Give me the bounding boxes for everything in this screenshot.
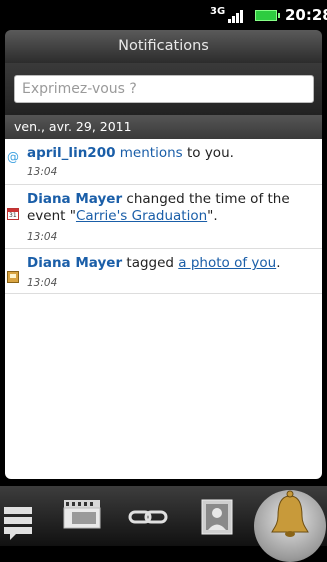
battery-icon	[255, 10, 280, 21]
mentions-link[interactable]: mentions	[120, 145, 183, 161]
timestamp: 13:04	[27, 277, 58, 289]
mention-icon: @	[7, 150, 19, 164]
updates-icon	[4, 507, 32, 540]
user-name[interactable]: Diana Mayer	[27, 255, 122, 271]
notification-text-part: tagged	[122, 255, 179, 271]
calendar-icon: 31	[7, 208, 19, 220]
notification-text-part: ".	[207, 208, 218, 224]
contact-icon	[201, 499, 233, 535]
link-icon	[128, 510, 168, 524]
tab-notifications[interactable]	[250, 486, 327, 562]
tab-links[interactable]	[118, 486, 180, 546]
date-header: ven., avr. 29, 2011	[5, 115, 322, 139]
list-item[interactable]: 31 Diana Mayer changed the time of the e…	[5, 184, 322, 248]
signal-icon	[228, 9, 246, 23]
status-input[interactable]: Exprimez-vous ?	[14, 75, 314, 103]
user-name[interactable]: Diana Mayer	[27, 191, 122, 207]
page-title: Notifications	[5, 30, 322, 63]
notification-text: Diana Mayer tagged a photo of you.	[27, 255, 312, 272]
photo-link[interactable]: a photo of you	[178, 255, 276, 271]
tab-bar	[0, 486, 327, 562]
list-item[interactable]: Diana Mayer tagged a photo of you. 13:04	[5, 248, 322, 294]
timestamp: 13:04	[27, 231, 58, 243]
status-bar: 3G 20:28	[0, 0, 327, 30]
notification-list: @ april_lin200 mentions to you. 13:04 31…	[5, 139, 322, 479]
notification-text-part: .	[276, 255, 281, 271]
user-name[interactable]: april_lin200	[27, 145, 115, 161]
event-link[interactable]: Carrie's Graduation	[76, 208, 207, 224]
notification-text: april_lin200 mentions to you.	[27, 145, 312, 162]
notification-rest: to you.	[182, 145, 234, 161]
photo-icon	[7, 271, 19, 283]
notification-text: Diana Mayer changed the time of the even…	[27, 191, 312, 225]
tab-contacts[interactable]	[184, 486, 246, 546]
timestamp: 13:04	[27, 166, 58, 178]
tab-updates[interactable]	[0, 486, 48, 546]
clock: 20:28	[285, 6, 327, 24]
composer-area: Exprimez-vous ?	[5, 63, 322, 115]
network-type: 3G	[210, 6, 226, 17]
tab-photos[interactable]	[52, 486, 114, 546]
bell-icon	[271, 490, 309, 537]
film-icon	[63, 500, 101, 529]
list-item[interactable]: @ april_lin200 mentions to you. 13:04	[5, 139, 322, 184]
